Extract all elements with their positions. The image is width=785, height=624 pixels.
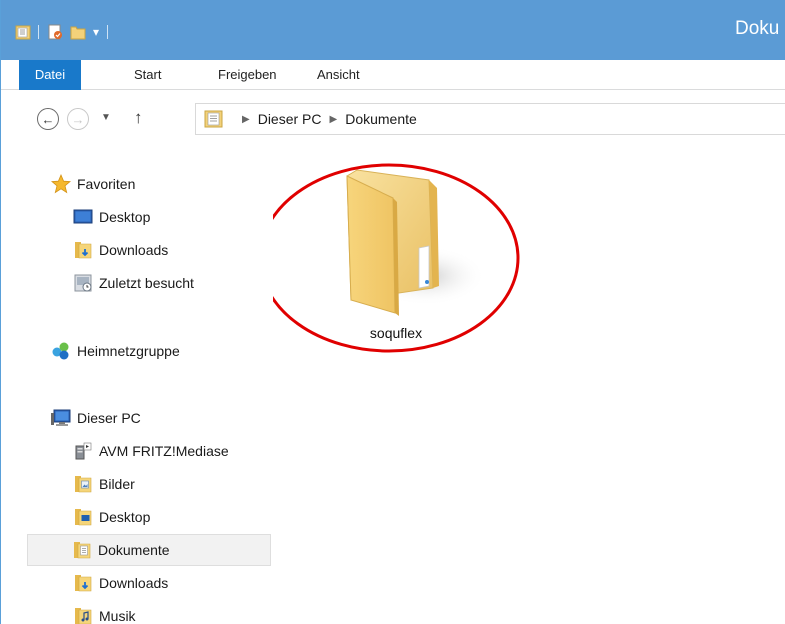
tab-start[interactable]: Start xyxy=(134,60,161,90)
navigation-pane: Favoriten Desktop Downloads Zuletzt besu… xyxy=(1,150,273,624)
nav-item-label: Downloads xyxy=(99,575,169,591)
star-icon xyxy=(51,174,71,194)
music-folder-icon xyxy=(75,608,92,624)
address-bar[interactable]: ▶ Dieser PC ▶ Dokumente xyxy=(195,103,785,135)
nav-item-label: Zuletzt besucht xyxy=(99,275,194,291)
nav-item-label: AVM FRITZ!Mediase xyxy=(99,443,229,459)
documents-location-icon xyxy=(204,110,223,128)
computer-icon xyxy=(51,409,71,426)
homegroup-icon xyxy=(52,342,69,360)
nav-item-desktop-pc[interactable]: Desktop xyxy=(73,501,150,533)
pictures-folder-icon xyxy=(75,476,92,493)
downloads-folder-icon xyxy=(75,242,92,259)
forward-arrow-icon: → xyxy=(71,111,85,127)
toolbar-separator xyxy=(38,25,39,39)
title-bar: ▾ Doku xyxy=(1,0,785,60)
recent-places-icon xyxy=(74,274,92,292)
breadcrumb-dokumente[interactable]: Dokumente xyxy=(345,111,417,127)
media-server-icon xyxy=(75,442,92,460)
window-title: Doku xyxy=(735,18,780,39)
properties-icon[interactable] xyxy=(47,24,63,40)
nav-item-heimnetzgruppe[interactable]: Heimnetzgruppe xyxy=(51,335,180,367)
back-arrow-icon: ← xyxy=(41,111,55,127)
nav-item-musik[interactable]: Musik xyxy=(73,600,136,624)
nav-item-label: Heimnetzgruppe xyxy=(77,343,180,359)
nav-item-label: Dokumente xyxy=(98,542,170,558)
nav-item-label: Bilder xyxy=(99,476,135,492)
nav-item-label: Downloads xyxy=(99,242,169,258)
quick-access-toolbar: ▾ xyxy=(15,22,116,42)
nav-item-label: Desktop xyxy=(99,209,151,225)
explorer-window: ▾ Doku Datei Start Freigeben Ansicht ← →… xyxy=(0,0,785,624)
breadcrumb-separator-icon[interactable]: ▶ xyxy=(242,114,250,125)
nav-item-desktop[interactable]: Desktop xyxy=(73,201,150,233)
customize-toolbar-dropdown[interactable]: ▾ xyxy=(93,25,99,39)
breadcrumb-separator-icon[interactable]: ▶ xyxy=(330,114,338,125)
nav-item-avm-fritz-mediaserver[interactable]: AVM FRITZ!Mediase xyxy=(73,435,229,467)
back-button[interactable]: ← xyxy=(37,108,59,130)
folder-icon xyxy=(346,169,481,316)
address-row: ← → ▼ ↑ ▶ Dieser PC ▶ Dokumente xyxy=(1,90,785,150)
window-folder-icon[interactable] xyxy=(15,24,31,40)
forward-button[interactable]: → xyxy=(67,108,89,130)
recent-locations-button[interactable]: ▼ xyxy=(101,112,111,123)
new-folder-icon[interactable] xyxy=(70,24,86,40)
ribbon-tabs: Datei Start Freigeben Ansicht xyxy=(1,60,785,90)
tab-freigeben[interactable]: Freigeben xyxy=(218,60,277,90)
nav-item-bilder[interactable]: Bilder xyxy=(73,468,135,500)
breadcrumb-dieser-pc[interactable]: Dieser PC xyxy=(258,111,322,127)
nav-item-dieser-pc[interactable]: Dieser PC xyxy=(51,402,141,434)
toolbar-separator xyxy=(107,25,109,39)
tab-datei[interactable]: Datei xyxy=(19,60,81,90)
nav-item-label: Musik xyxy=(99,608,136,624)
documents-folder-icon xyxy=(74,542,91,559)
up-button[interactable]: ↑ xyxy=(134,108,143,128)
folder-label: soquflex xyxy=(369,325,423,341)
nav-item-downloads-pc[interactable]: Downloads xyxy=(73,567,168,599)
folder-item-soquflex[interactable]: soquflex xyxy=(301,158,491,358)
file-list: soquflex xyxy=(273,150,785,624)
downloads-folder-icon xyxy=(75,575,92,592)
nav-item-downloads[interactable]: Downloads xyxy=(73,234,168,266)
desktop-folder-icon xyxy=(75,509,92,526)
nav-item-dokumente[interactable]: Dokumente xyxy=(27,534,271,566)
nav-item-label: Dieser PC xyxy=(77,410,141,426)
nav-item-favoriten[interactable]: Favoriten xyxy=(51,168,135,200)
nav-item-label: Desktop xyxy=(99,509,151,525)
tab-ansicht[interactable]: Ansicht xyxy=(317,60,360,90)
nav-item-label: Favoriten xyxy=(77,176,136,192)
desktop-icon xyxy=(73,209,93,224)
nav-item-zuletzt-besucht[interactable]: Zuletzt besucht xyxy=(73,267,194,299)
